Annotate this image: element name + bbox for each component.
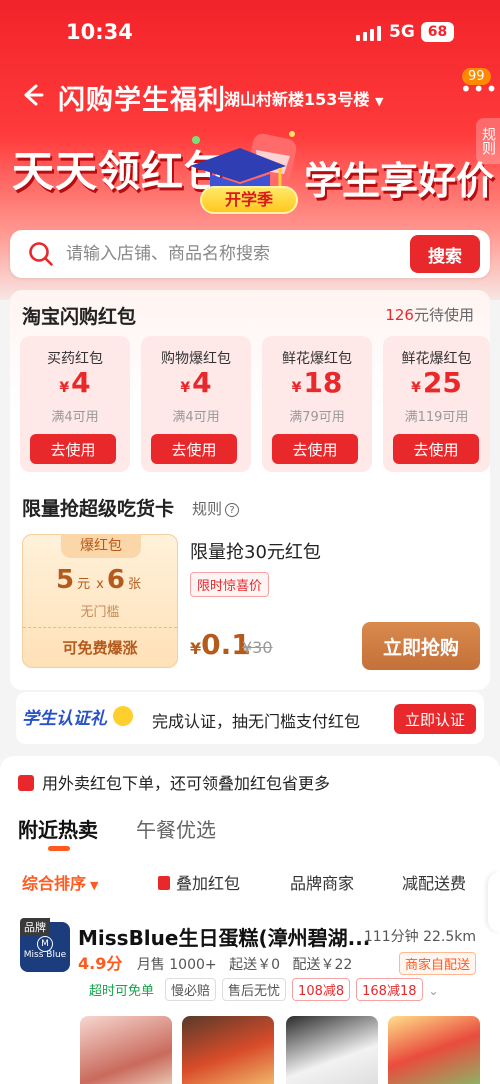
- store-tags: 超时可免单 慢必赔 售后无忧 108减8 168减18 ⌄: [84, 978, 439, 1001]
- signal-icon: [356, 26, 381, 41]
- tab-indicator: [48, 846, 70, 851]
- store-tag: 超时可免单: [89, 984, 155, 999]
- pending-amount: 126元待使用: [385, 304, 474, 325]
- use-coupon-button[interactable]: 去使用: [151, 434, 237, 464]
- foodie-voucher: 爆红包 5元x6张 无门槛 可免费爆涨: [22, 534, 178, 668]
- self-delivery-badge: 商家自配送: [398, 952, 476, 975]
- smile-face-icon: [112, 706, 133, 726]
- coupon-amount: ¥25: [411, 366, 462, 399]
- chevron-down-icon: ▼: [374, 95, 384, 108]
- coupon-condition: 满4可用: [172, 410, 220, 425]
- buy-now-button[interactable]: 立即抢购: [362, 622, 480, 670]
- location-label: 湖山村新楼153号楼: [224, 90, 370, 109]
- min-order: 起送￥0: [229, 957, 280, 973]
- coupon-condition: 满119可用: [404, 410, 469, 425]
- season-tag: 开学季: [200, 186, 298, 214]
- coupon-card: 购物爆红包 ¥4 满4可用 去使用: [141, 336, 251, 472]
- chevron-down-icon[interactable]: ⌄: [429, 984, 439, 998]
- coupon-name: 买药红包: [47, 351, 103, 367]
- back-arrow-icon[interactable]: [16, 80, 46, 110]
- coupon-condition: 满4可用: [51, 410, 99, 425]
- verify-button[interactable]: 立即认证: [394, 704, 476, 734]
- use-coupon-button[interactable]: 去使用: [393, 434, 479, 464]
- tab-nearby-hot[interactable]: 附近热卖: [18, 814, 98, 843]
- monthly-sales: 月售 1000+: [136, 957, 217, 973]
- deal-tag: 限时惊喜价: [190, 572, 270, 597]
- packets-title: 淘宝闪购红包: [22, 306, 137, 328]
- product-image[interactable]: [388, 1016, 480, 1084]
- search-input[interactable]: [66, 230, 406, 278]
- store-distance: 111分钟 22.5km: [363, 929, 476, 945]
- student-text: 完成认证，抽无门槛支付红包: [152, 712, 361, 731]
- coupon-card: 买药红包 ¥4 满4可用 去使用: [20, 336, 130, 472]
- store-tag: 慢必赔: [165, 978, 217, 1001]
- search-bar: 搜索: [10, 230, 490, 278]
- coupon-condition: 满79可用: [289, 410, 345, 425]
- location-selector[interactable]: 湖山村新楼153号楼 ▼: [224, 86, 383, 110]
- deal-title: 限量抢30元红包: [190, 542, 321, 563]
- student-verify-banner[interactable]: 学生认证礼 完成认证，抽无门槛支付红包 立即认证: [16, 692, 484, 744]
- store-rating: 4.9分: [78, 954, 123, 973]
- side-drawer-handle[interactable]: [488, 872, 500, 932]
- store-list-panel: 用外卖红包下单，还可领叠加红包省更多 附近热卖 午餐优选 综合排序 ▼ 叠加红包 …: [0, 756, 500, 1084]
- notice-bar: 用外卖红包下单，还可领叠加红包省更多: [18, 770, 330, 794]
- filter-bar: 综合排序 ▼ 叠加红包 品牌商家 减配送费: [0, 870, 500, 898]
- coupon-amount: ¥4: [180, 366, 212, 399]
- use-coupon-button[interactable]: 去使用: [30, 434, 116, 464]
- red-packet-icon: [18, 775, 34, 791]
- product-image[interactable]: [286, 1016, 378, 1084]
- coupon-amount: ¥18: [291, 366, 343, 399]
- battery-icon: 68: [421, 22, 454, 42]
- status-bar: 10:34 5G 68: [0, 0, 500, 64]
- filter-brand[interactable]: 品牌商家: [290, 870, 354, 894]
- search-icon: [29, 242, 53, 266]
- voucher-footer: 可免费爆涨: [23, 627, 177, 667]
- store-name: MissBlue生日蛋糕(漳州碧湖...: [78, 926, 371, 950]
- coupon-name: 鲜花爆红包: [282, 351, 352, 367]
- filter-sort[interactable]: 综合排序 ▼: [22, 870, 98, 894]
- foodie-rule-link[interactable]: 规则?: [192, 498, 240, 519]
- use-coupon-button[interactable]: 去使用: [272, 434, 358, 464]
- search-button[interactable]: 搜索: [410, 235, 480, 273]
- voucher-sub: 无门槛: [80, 605, 120, 620]
- pending-suffix: 元待使用: [413, 306, 474, 324]
- coupon-amount: ¥4: [59, 366, 91, 399]
- voucher-amount: 5元x6张: [56, 565, 141, 595]
- network-label: 5G: [389, 22, 415, 42]
- store-tag: 168减18: [356, 978, 423, 1001]
- coupon-card: 鲜花爆红包 ¥18 满79可用 去使用: [262, 336, 372, 472]
- red-packet-icon: [158, 876, 170, 890]
- red-packet-card: 淘宝闪购红包 126元待使用 买药红包 ¥4 满4可用 去使用 购物爆红包 ¥4…: [10, 290, 490, 690]
- page-title: 闪购学生福利: [58, 85, 226, 116]
- more-icon[interactable]: •••: [460, 79, 497, 102]
- store-tag: 售后无忧: [222, 978, 287, 1001]
- delivery-fee: 配送￥22: [292, 957, 353, 973]
- store-tag: 108减8: [292, 978, 351, 1001]
- filter-stack-packet[interactable]: 叠加红包: [158, 870, 240, 894]
- caret-down-icon: ▼: [90, 879, 99, 892]
- coupon-name: 鲜花爆红包: [401, 351, 472, 367]
- question-icon: ?: [225, 503, 240, 517]
- status-time: 10:34: [66, 20, 133, 44]
- brand-badge: 品牌: [20, 918, 50, 936]
- product-image[interactable]: [182, 1016, 274, 1084]
- student-logo: 学生认证礼: [22, 704, 133, 729]
- foodie-title: 限量抢超级吃货卡: [22, 498, 175, 520]
- voucher-tag: 爆红包: [61, 534, 141, 558]
- filter-delivery-fee[interactable]: 减配送费: [402, 870, 466, 894]
- pending-number: 126: [385, 306, 414, 324]
- product-image[interactable]: [80, 1016, 172, 1084]
- store-list-item[interactable]: M Miss Blue 品牌 MissBlue生日蛋糕(漳州碧湖... 111分钟…: [0, 916, 500, 1084]
- coupon-card: 鲜花爆红包 ¥25 满119可用 去使用: [383, 336, 490, 472]
- tab-lunch-picks[interactable]: 午餐优选: [136, 814, 216, 843]
- original-price: ¥30: [242, 638, 273, 657]
- coupon-name: 购物爆红包: [161, 351, 231, 367]
- banner-right-text: 学生享好价: [304, 159, 495, 203]
- store-meta: 4.9分 月售 1000+ 起送￥0 配送￥22: [78, 950, 360, 974]
